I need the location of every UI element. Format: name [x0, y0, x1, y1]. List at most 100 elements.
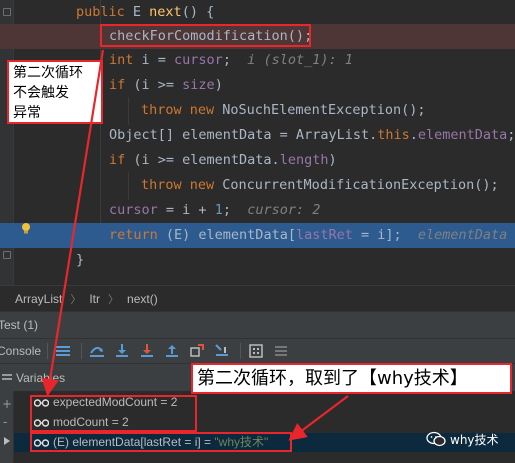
step-out-icon[interactable] [161, 341, 183, 361]
code-text: public E next() { [76, 0, 214, 25]
evaluate-expression-icon[interactable] [245, 341, 267, 361]
code-token: throw new [141, 177, 223, 193]
breadcrumb-separator-icon: 〉 [70, 293, 82, 306]
variables-tab-icon [2, 373, 12, 380]
code-token: . [409, 127, 418, 143]
menu-lines-icon[interactable] [52, 341, 74, 361]
code-text: int i = cursor; i (slot_1): 1 [109, 48, 353, 73]
code-token: elementData ( [417, 227, 515, 243]
variable-text: modCount = 2 [53, 415, 129, 429]
variables-side-toolbar: + - [0, 391, 14, 463]
trace-stream-icon[interactable] [270, 341, 292, 361]
code-line-cursor-increment[interactable]: cursor = i + 1; cursor: 2 [0, 198, 515, 223]
test-tab-bar: Test (1) [0, 311, 515, 338]
breadcrumb-method[interactable]: next() [127, 292, 158, 306]
code-token: i (slot_1): 1 [247, 52, 353, 68]
code-line-check-call[interactable]: checkForComodification(); [0, 24, 515, 49]
code-token: () { [181, 4, 215, 20]
code-token: } [76, 252, 85, 268]
code-token: cursor [174, 52, 223, 68]
code-line-signature[interactable]: public E next() { [0, 0, 515, 25]
callout-got-why: 第二次循环，取到了【why技术】 [191, 363, 512, 394]
variables-title[interactable]: Variables [16, 371, 65, 385]
callout-line: 异常 [13, 105, 41, 121]
code-token: int [109, 52, 142, 68]
toolbar-divider [240, 343, 241, 359]
code-line-closing-brace[interactable]: } [0, 248, 515, 273]
code-token: Object[] elementData = ArrayList. [109, 127, 378, 143]
code-token: ) [214, 77, 223, 93]
code-token: (i >= elementData. [133, 152, 280, 168]
code-text: checkForComodification(); [109, 24, 312, 49]
breadcrumb: ArrayList 〉 Itr 〉 next() [0, 285, 515, 311]
code-token: = i]; [352, 227, 418, 243]
code-text: return (E) elementData[lastRet = i]; ele… [109, 223, 515, 248]
code-text: Object[] elementData = ArrayList.this.el… [109, 123, 515, 148]
code-token: elementData [417, 127, 508, 143]
code-token: NoSuchElementException(); [222, 102, 426, 118]
code-token: = i + [157, 202, 215, 218]
code-token: ; [222, 202, 248, 218]
code-text: cursor = i + 1; cursor: 2 [109, 198, 320, 223]
variables-tree[interactable]: + - expectedModCount = 2 modCount = 2 (E… [0, 391, 515, 463]
run-to-cursor-icon[interactable] [211, 341, 233, 361]
callout-line: 第二次循环 [13, 65, 83, 81]
code-token: lastRet [295, 227, 353, 243]
watch-glasses-icon [34, 439, 49, 447]
code-line-elementdata-assign[interactable]: Object[] elementData = ArrayList.this.el… [0, 123, 515, 148]
watermark: why技术 [426, 428, 499, 450]
code-token: 1 [214, 202, 223, 218]
breadcrumb-class[interactable]: ArrayList [15, 292, 62, 306]
debug-toolbar: Console [0, 338, 515, 363]
code-text: if (i >= elementData.length) [109, 148, 337, 173]
code-token: ; [507, 127, 515, 143]
breadcrumb-separator-icon: 〉 [108, 293, 120, 306]
variable-text: expectedModCount = 2 [53, 395, 178, 409]
variable-string-value: "why技术" [214, 435, 269, 449]
code-text: throw new ConcurrentModificationExceptio… [141, 173, 499, 198]
tab-test[interactable]: Test (1) [0, 318, 38, 332]
code-token: ) [328, 152, 337, 168]
toolbar-divider [81, 343, 82, 359]
callout-no-exception: 第二次循环 不会触发 异常 [7, 60, 103, 124]
code-text: } [76, 248, 84, 273]
callout-line: 不会触发 [13, 85, 69, 101]
code-line-return-line[interactable]: return (E) elementData[lastRet = i]; ele… [0, 223, 515, 248]
watch-glasses-icon [34, 399, 49, 407]
code-line-if-length[interactable]: if (i >= elementData.length) [0, 148, 515, 173]
code-token: ; [222, 52, 248, 68]
code-token: if [109, 77, 134, 93]
watermark-text: why技术 [450, 432, 499, 447]
code-token: throw new [141, 102, 223, 118]
code-token: next [149, 4, 182, 20]
code-token: cursor: 2 [247, 202, 321, 218]
force-step-into-icon[interactable] [136, 341, 158, 361]
add-watch-icon[interactable]: + [2, 397, 12, 411]
code-token: checkForComodification(); [109, 28, 313, 44]
code-token: cursor [109, 202, 158, 218]
code-token: ConcurrentModificationException(); [222, 177, 499, 193]
code-token: i = [141, 52, 175, 68]
code-token: public [76, 4, 133, 20]
code-token: return [109, 227, 166, 243]
expand-arrow-icon[interactable] [4, 437, 10, 445]
wechat-logo-icon [426, 431, 446, 447]
code-token: E [132, 4, 150, 20]
breadcrumb-inner-class[interactable]: Itr [89, 292, 100, 306]
code-token: if [109, 152, 134, 168]
step-into-icon[interactable] [111, 341, 133, 361]
code-token: length [279, 152, 329, 168]
drop-frame-icon[interactable] [186, 341, 208, 361]
tab-console[interactable]: Console [0, 344, 43, 358]
step-over-icon[interactable] [86, 341, 108, 361]
variable-row-expectedmodcount[interactable]: expectedModCount = 2 [14, 393, 515, 412]
code-token: this [377, 127, 410, 143]
remove-watch-icon[interactable]: - [3, 415, 7, 429]
variable-expression: (E) elementData[lastRet = i] = [53, 435, 215, 449]
code-text: if (i >= size) [109, 73, 223, 98]
lightbulb-icon[interactable] [20, 222, 32, 234]
toolbar-divider [47, 343, 48, 359]
code-token: (i >= [133, 77, 183, 93]
code-line-throw-concurrent[interactable]: throw new ConcurrentModificationExceptio… [0, 173, 515, 198]
code-editor[interactable]: public E next() { checkForComodification(… [0, 0, 515, 285]
